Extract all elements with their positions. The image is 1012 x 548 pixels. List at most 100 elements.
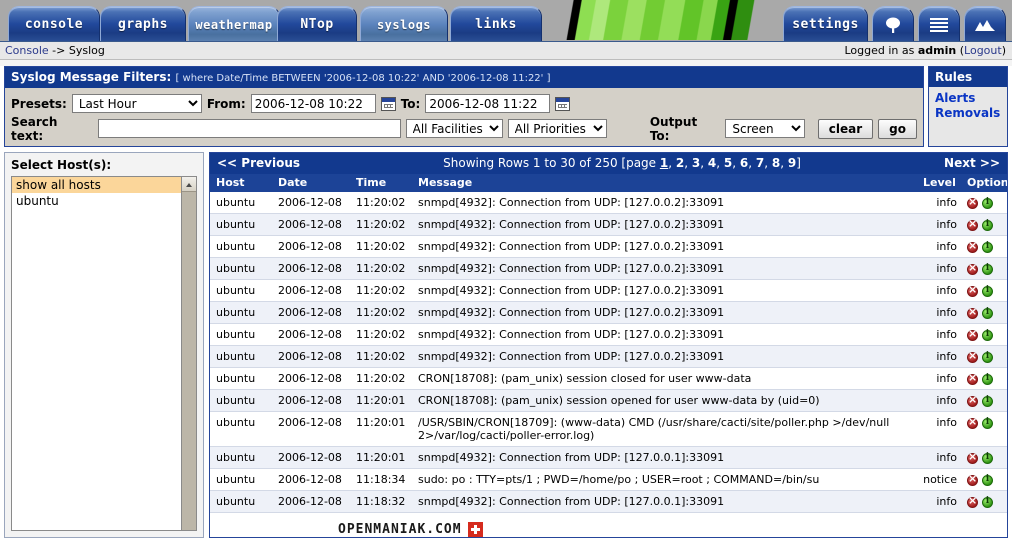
host-list-scrollbar[interactable]: [181, 177, 196, 530]
cell-message: snmpd[4932]: Connection from UDP: [127.0…: [412, 235, 917, 258]
page-link-1[interactable]: 1: [660, 156, 668, 170]
cell-message: snmpd[4932]: Connection from UDP: [127.0…: [412, 446, 917, 469]
delete-icon[interactable]: [967, 284, 978, 297]
calendar-icon[interactable]: [380, 96, 396, 111]
table-row[interactable]: ubuntu 2006-12-08 11:20:02 snmpd[4932]: Con…: [210, 235, 1007, 258]
table-row[interactable]: ubuntu 2006-12-08 11:20:01/USR/SBIN/CRON[1…: [210, 411, 1007, 447]
info-icon[interactable]: [982, 241, 993, 253]
search-input[interactable]: [98, 119, 401, 138]
host-listbox[interactable]: show all hosts ubuntu: [11, 176, 197, 531]
info-icon[interactable]: [982, 285, 993, 297]
from-date-input[interactable]: [250, 94, 376, 113]
cell-time: 11:20:02: [350, 213, 412, 236]
delete-icon[interactable]: [967, 328, 978, 341]
info-icon[interactable]: [982, 219, 993, 231]
delete-icon[interactable]: [967, 495, 978, 508]
info-icon[interactable]: [982, 417, 993, 429]
info-icon[interactable]: [982, 307, 993, 319]
table-row[interactable]: ubuntu 2006-12-08 11:20:02 snmpd[4932]: Con…: [210, 323, 1007, 346]
facilities-select[interactable]: All Facilities: [405, 119, 503, 138]
info-icon[interactable]: [982, 351, 993, 363]
host-option-ubuntu[interactable]: ubuntu: [12, 193, 196, 209]
delete-icon[interactable]: [967, 416, 978, 429]
table-row[interactable]: ubuntu 2006-12-08 11:18:34 sudo: po : TTY=p…: [210, 468, 1007, 491]
delete-icon[interactable]: [967, 451, 978, 464]
table-row[interactable]: ubuntu 2006-12-08 11:18:32 snmpd[4932]: Con…: [210, 490, 1007, 513]
table-row[interactable]: ubuntu 2006-12-08 11:20:01 CRON[18708]: (pa…: [210, 389, 1007, 412]
column-header-date[interactable]: Date: [272, 174, 350, 192]
login-username: admin: [917, 44, 957, 57]
tab-list[interactable]: [918, 6, 960, 41]
tab-syslogs[interactable]: syslogs: [360, 6, 448, 41]
page-link-8[interactable]: 8: [772, 156, 780, 170]
page-link-5[interactable]: 5: [724, 156, 732, 170]
column-header-host[interactable]: Host: [210, 174, 272, 192]
delete-icon[interactable]: [967, 262, 978, 275]
delete-icon[interactable]: [967, 218, 978, 231]
delete-icon[interactable]: [967, 240, 978, 253]
to-date-input[interactable]: [425, 94, 551, 113]
tab-tree[interactable]: [872, 6, 914, 41]
info-icon[interactable]: [982, 496, 993, 508]
info-icon[interactable]: [982, 373, 993, 385]
tab-links[interactable]: links: [450, 6, 542, 41]
delete-icon[interactable]: [967, 473, 978, 486]
table-row[interactable]: ubuntu 2006-12-08 11:20:02 snmpd[4932]: Con…: [210, 279, 1007, 302]
page-link-2[interactable]: 2: [676, 156, 684, 170]
info-icon[interactable]: [982, 263, 993, 275]
calendar-icon[interactable]: [555, 96, 571, 111]
breadcrumb-console-link[interactable]: Console: [5, 44, 49, 57]
tab-graphs[interactable]: graphs: [100, 6, 186, 41]
info-icon[interactable]: [982, 197, 993, 209]
table-row[interactable]: ubuntu 2006-12-08 11:20:01 snmpd[4932]: Con…: [210, 446, 1007, 469]
page-link-6[interactable]: 6: [740, 156, 748, 170]
page-link-7[interactable]: 7: [756, 156, 764, 170]
from-label: From:: [206, 96, 246, 111]
table-row[interactable]: ubuntu 2006-12-08 11:20:02 snmpd[4932]: Con…: [210, 192, 1007, 214]
info-icon[interactable]: [982, 452, 993, 464]
delete-icon[interactable]: [967, 394, 978, 407]
rules-link-removals[interactable]: Removals: [935, 106, 1001, 121]
cell-host: ubuntu: [210, 367, 272, 390]
go-button[interactable]: go: [878, 118, 918, 139]
table-row[interactable]: ubuntu 2006-12-08 11:20:02 snmpd[4932]: Con…: [210, 301, 1007, 324]
cell-time: 11:20:02: [350, 323, 412, 346]
presets-select[interactable]: Last Hour: [71, 94, 202, 113]
filter-controls: Presets: Last Hour From: To: Search text…: [5, 88, 923, 146]
tab-graph[interactable]: [964, 6, 1006, 41]
scroll-up-arrow-icon[interactable]: [182, 177, 196, 192]
page-link-9[interactable]: 9: [788, 156, 796, 170]
logout-link[interactable]: Logout: [964, 44, 1002, 57]
clear-button[interactable]: clear: [817, 118, 874, 139]
table-row[interactable]: ubuntu 2006-12-08 11:20:02 CRON[18708]: (pa…: [210, 367, 1007, 390]
rules-link-alerts[interactable]: Alerts: [935, 91, 1001, 106]
previous-page-link[interactable]: << Previous: [217, 156, 300, 170]
tab-weathermap[interactable]: weathermap: [188, 6, 280, 41]
page-link-3[interactable]: 3: [692, 156, 700, 170]
priorities-select[interactable]: All Priorities: [507, 119, 607, 138]
tab-settings[interactable]: settings: [783, 6, 868, 41]
cell-date: 2006-12-08: [272, 323, 350, 346]
table-row[interactable]: ubuntu 2006-12-08 11:20:02 snmpd[4932]: Con…: [210, 213, 1007, 236]
page-link-4[interactable]: 4: [708, 156, 716, 170]
info-icon[interactable]: [982, 395, 993, 407]
column-header-message[interactable]: Message: [412, 174, 917, 192]
delete-icon[interactable]: [967, 350, 978, 363]
delete-icon[interactable]: [967, 196, 978, 209]
cell-message: sudo: po : TTY=pts/1 ; PWD=/home/po ; US…: [412, 468, 917, 491]
output-to-select[interactable]: Screen: [725, 119, 805, 138]
table-row[interactable]: ubuntu 2006-12-08 11:20:02 snmpd[4932]: Con…: [210, 257, 1007, 280]
delete-icon[interactable]: [967, 372, 978, 385]
next-page-link[interactable]: Next >>: [944, 156, 1000, 170]
cell-options: [961, 411, 1007, 447]
host-option-show-all-hosts[interactable]: show all hosts: [12, 177, 196, 193]
tab-console[interactable]: console: [8, 6, 100, 41]
column-header-level[interactable]: Level: [917, 174, 961, 192]
delete-icon[interactable]: [967, 306, 978, 319]
column-header-time[interactable]: Time: [350, 174, 412, 192]
cell-host: ubuntu: [210, 468, 272, 491]
tab-ntop[interactable]: NTop: [277, 6, 357, 41]
info-icon[interactable]: [982, 474, 993, 486]
table-row[interactable]: ubuntu 2006-12-08 11:20:02 snmpd[4932]: Con…: [210, 345, 1007, 368]
info-icon[interactable]: [982, 329, 993, 341]
